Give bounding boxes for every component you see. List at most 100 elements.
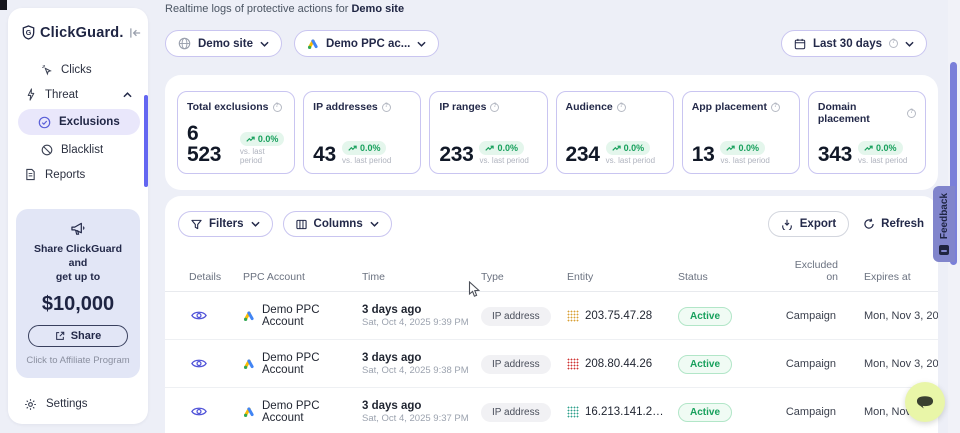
col-status[interactable]: Status — [678, 271, 778, 283]
date-range-value: Last 30 days — [813, 38, 882, 50]
logo: G ClickGuard. — [8, 8, 148, 51]
stat-change: 0.0% — [258, 134, 279, 144]
lightning-icon — [24, 88, 37, 101]
sidebar-item-blacklist[interactable]: Blacklist — [8, 137, 148, 162]
google-ads-icon — [243, 358, 255, 370]
help-icon[interactable] — [771, 103, 780, 112]
stat-value: 6 523 — [187, 123, 234, 165]
gear-icon — [24, 398, 37, 411]
feedback-label: Feedback — [939, 193, 950, 239]
megaphone-icon — [24, 221, 132, 236]
excluded-on-value: Campaign — [778, 310, 842, 322]
stat-label: Audience — [566, 101, 613, 113]
chevron-down-icon — [251, 221, 260, 227]
stat-vs-label: vs. last period — [479, 156, 528, 165]
promo-text-line1: Share ClickGuard and — [24, 242, 132, 270]
clickguard-shield-logo-icon: G — [22, 24, 35, 41]
time-absolute: Sat, Oct 4, 2025 9:37 PM — [362, 413, 481, 424]
ppc-account-name: Demo PPC Account — [262, 352, 362, 376]
sidebar-item-settings[interactable]: Settings — [24, 398, 148, 411]
col-ppc-account[interactable]: PPC Account — [243, 271, 362, 283]
stat-card-app-placement: App placement 13 0.0% vs. last period — [682, 91, 800, 174]
trend-up-icon — [348, 145, 357, 152]
table-row[interactable]: Demo PPC Account 3 days ago Sat, Oct 4, … — [165, 340, 938, 388]
col-type[interactable]: Type — [481, 271, 567, 283]
status-badge: Active — [678, 307, 732, 326]
trend-up-icon — [864, 145, 873, 152]
stat-value: 343 — [818, 144, 852, 165]
excluded-on-value: Campaign — [778, 358, 842, 370]
promo-text-line2: get up to — [24, 270, 132, 284]
view-details-eye-icon[interactable] — [189, 310, 243, 321]
type-badge: IP address — [481, 307, 551, 326]
feedback-widget-icon — [939, 245, 949, 255]
chevron-down-icon — [260, 41, 269, 47]
table-row[interactable]: Demo PPC Account 3 days ago Sat, Oct 4, … — [165, 388, 938, 433]
help-icon[interactable] — [907, 109, 916, 118]
stat-vs-label: vs. last period — [342, 156, 391, 165]
globe-icon — [178, 37, 191, 50]
sidebar-item-label: Threat — [45, 89, 78, 101]
sidebar-item-exclusions[interactable]: Exclusions — [18, 109, 140, 135]
stat-value: 234 — [566, 144, 600, 165]
feedback-tab[interactable]: Feedback — [933, 186, 955, 262]
stat-value: 13 — [692, 144, 715, 165]
col-excluded-on[interactable]: Excluded on — [790, 259, 842, 283]
sidebar-scrollbar-thumb[interactable] — [144, 95, 148, 187]
stat-value: 43 — [313, 144, 336, 165]
trend-up-icon — [726, 145, 735, 152]
help-icon[interactable] — [617, 103, 626, 112]
download-icon — [781, 218, 793, 230]
excluded-on-value: Campaign — [778, 406, 842, 418]
sidebar-item-clicks[interactable]: Clicks — [8, 57, 148, 82]
chat-launcher-button[interactable] — [905, 382, 945, 422]
sidebar-item-threat[interactable]: Threat — [8, 82, 148, 107]
table-row[interactable]: Demo PPC Account 3 days ago Sat, Oct 4, … — [165, 292, 938, 340]
chevron-up-icon[interactable] — [121, 92, 134, 98]
time-relative: 3 days ago — [362, 352, 481, 364]
columns-button[interactable]: Columns — [283, 211, 392, 237]
ppc-account-selector-pill[interactable]: Demo PPC ac... — [294, 30, 439, 57]
help-icon[interactable] — [273, 103, 282, 112]
help-icon[interactable] — [382, 103, 391, 112]
stat-card-ip-ranges: IP ranges 233 0.0% vs. last period — [429, 91, 547, 174]
help-icon[interactable] — [490, 103, 499, 112]
trend-up-icon — [612, 145, 621, 152]
time-absolute: Sat, Oct 4, 2025 9:38 PM — [362, 365, 481, 376]
filter-pills-row: Demo site Demo PPC ac... Last 30 days — [165, 30, 927, 57]
entity-value: 203.75.47.28 — [585, 310, 652, 322]
stat-change: 0.0% — [360, 143, 381, 153]
sidebar-item-reports[interactable]: Reports — [8, 162, 148, 187]
window-corner-artifact — [0, 0, 7, 10]
share-button[interactable]: Share — [28, 325, 128, 347]
col-entity[interactable]: Entity — [567, 271, 678, 283]
stat-card-audience: Audience 234 0.0% vs. last period — [556, 91, 674, 174]
site-selector-pill[interactable]: Demo site — [165, 30, 282, 57]
speech-bubble-icon — [915, 394, 935, 411]
status-badge: Active — [678, 403, 732, 422]
page-subtitle: Realtime logs of protective actions for … — [165, 3, 404, 15]
col-time[interactable]: Time — [362, 271, 481, 283]
funnel-icon — [191, 219, 202, 230]
ppc-account-selector-value: Demo PPC ac... — [326, 38, 410, 50]
ppc-account-name: Demo PPC Account — [262, 400, 362, 424]
view-details-eye-icon[interactable] — [189, 406, 243, 417]
external-link-icon — [55, 331, 65, 341]
export-button[interactable]: Export — [768, 211, 849, 237]
affiliate-promo-card: Share ClickGuard and get up to $10,000 S… — [16, 209, 140, 378]
refresh-button[interactable]: Refresh — [863, 218, 924, 230]
date-range-pill[interactable]: Last 30 days — [781, 30, 927, 57]
collapse-sidebar-icon[interactable] — [129, 27, 142, 39]
stat-value: 233 — [439, 144, 473, 165]
filters-button[interactable]: Filters — [178, 211, 273, 237]
view-details-eye-icon[interactable] — [189, 358, 243, 369]
mouse-cursor — [468, 281, 481, 298]
col-details[interactable]: Details — [189, 271, 243, 283]
stat-change: 0.0% — [497, 143, 518, 153]
country-flag-icon — [567, 358, 579, 370]
col-expires-at[interactable]: Expires at — [842, 271, 930, 283]
affiliate-program-link[interactable]: Click to Affiliate Program — [24, 355, 132, 366]
app-title: ClickGuard. — [40, 25, 124, 41]
type-badge: IP address — [481, 403, 551, 422]
sidebar: G ClickGuard. Clicks Threat — [8, 8, 148, 424]
